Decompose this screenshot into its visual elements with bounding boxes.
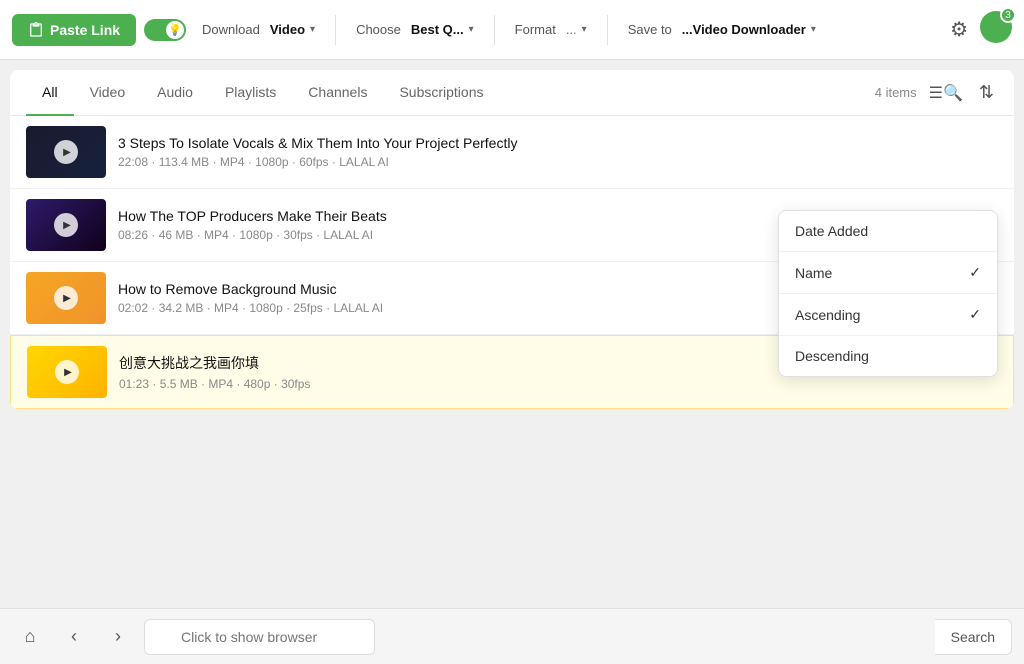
settings-button[interactable]: ⚙ (946, 13, 972, 46)
bulb-icon: 💡 (168, 23, 182, 36)
thumbnail-2 (26, 199, 106, 251)
download-chevron-icon: ▾ (310, 24, 315, 35)
play-icon-3 (54, 286, 78, 310)
tab-playlists[interactable]: Playlists (209, 70, 292, 116)
toolbar-right: ⚙ 3 (946, 11, 1012, 48)
tabs-right: 4 items ☰🔍 ⇅ (875, 78, 998, 107)
tab-subscriptions[interactable]: Subscriptions (383, 70, 499, 116)
sort-button[interactable]: ⇅ (975, 78, 998, 107)
tabs-bar: All Video Audio Playlists Channels Subsc… (10, 70, 1014, 116)
format-chevron-icon: ▾ (582, 24, 587, 35)
paste-icon (28, 22, 44, 38)
avatar-wrap: 3 (980, 11, 1012, 48)
paste-link-label: Paste Link (50, 22, 120, 38)
play-icon-1 (54, 140, 78, 164)
back-button[interactable]: ‹ (56, 619, 92, 655)
thumbnail-1 (26, 126, 106, 178)
sort-ascending-check: ✓ (969, 306, 981, 323)
save-label: Save to (628, 22, 672, 37)
items-count: 4 items (875, 85, 917, 100)
play-icon-2 (54, 213, 78, 237)
tab-audio[interactable]: Audio (141, 70, 209, 116)
download-dropdown[interactable]: Download Video ▾ (194, 16, 323, 43)
choose-value: Best Q... (411, 22, 464, 37)
divider-3 (607, 15, 608, 45)
sort-name-check: ✓ (969, 264, 981, 281)
divider-2 (494, 15, 495, 45)
sort-name-label: Name (795, 265, 832, 281)
sort-descending-label: Descending (795, 348, 869, 364)
browser-input-wrap: 🔍 (144, 619, 933, 655)
tab-video[interactable]: Video (74, 70, 142, 116)
tab-channels[interactable]: Channels (292, 70, 383, 116)
item-meta-1: 22:08 · 113.4 MB · MP4 · 1080p · 60fps ·… (118, 155, 998, 169)
tab-all[interactable]: All (26, 70, 74, 116)
format-label: Format (515, 22, 556, 37)
divider-1 (335, 15, 336, 45)
browser-address-input[interactable] (144, 619, 375, 655)
save-dropdown[interactable]: Save to ...Video Downloader ▾ (620, 16, 824, 43)
play-icon-4 (55, 360, 79, 384)
choose-chevron-icon: ▾ (469, 24, 474, 35)
bottom-bar: ⌂ ‹ › 🔍 Search (0, 608, 1024, 664)
forward-button[interactable]: › (100, 619, 136, 655)
list-item[interactable]: 3 Steps To Isolate Vocals & Mix Them Int… (10, 116, 1014, 189)
sort-dropdown-menu: Date Added Name ✓ Ascending ✓ Descending (778, 210, 998, 377)
thumbnail-3 (26, 272, 106, 324)
notification-badge: 3 (1000, 7, 1016, 23)
sort-ascending[interactable]: Ascending ✓ (779, 294, 997, 335)
sort-date-added[interactable]: Date Added (779, 211, 997, 251)
save-chevron-icon: ▾ (811, 24, 816, 35)
sort-descending[interactable]: Descending (779, 336, 997, 376)
format-value: ... (566, 22, 577, 37)
download-label: Download (202, 22, 260, 37)
sort-name[interactable]: Name ✓ (779, 252, 997, 293)
toolbar: Paste Link 💡 Download Video ▾ Choose Bes… (0, 0, 1024, 60)
sort-ascending-label: Ascending (795, 307, 860, 323)
thumbnail-4 (27, 346, 107, 398)
choose-label: Choose (356, 22, 401, 37)
home-button[interactable]: ⌂ (12, 619, 48, 655)
list-search-button[interactable]: ☰🔍 (925, 79, 967, 107)
sort-date-added-label: Date Added (795, 223, 868, 239)
save-value: ...Video Downloader (682, 22, 806, 37)
item-info-1: 3 Steps To Isolate Vocals & Mix Them Int… (118, 135, 998, 169)
item-title-1: 3 Steps To Isolate Vocals & Mix Them Int… (118, 135, 998, 151)
paste-link-button[interactable]: Paste Link (12, 14, 136, 46)
download-type: Video (270, 22, 305, 37)
search-submit-button[interactable]: Search (935, 619, 1012, 655)
item-meta-4: 01:23 · 5.5 MB · MP4 · 480p · 30fps (119, 377, 997, 391)
toggle-switch[interactable]: 💡 (144, 19, 186, 41)
format-dropdown[interactable]: Format ... ▾ (507, 16, 595, 43)
choose-dropdown[interactable]: Choose Best Q... ▾ (348, 16, 482, 43)
main-panel: All Video Audio Playlists Channels Subsc… (10, 70, 1014, 409)
